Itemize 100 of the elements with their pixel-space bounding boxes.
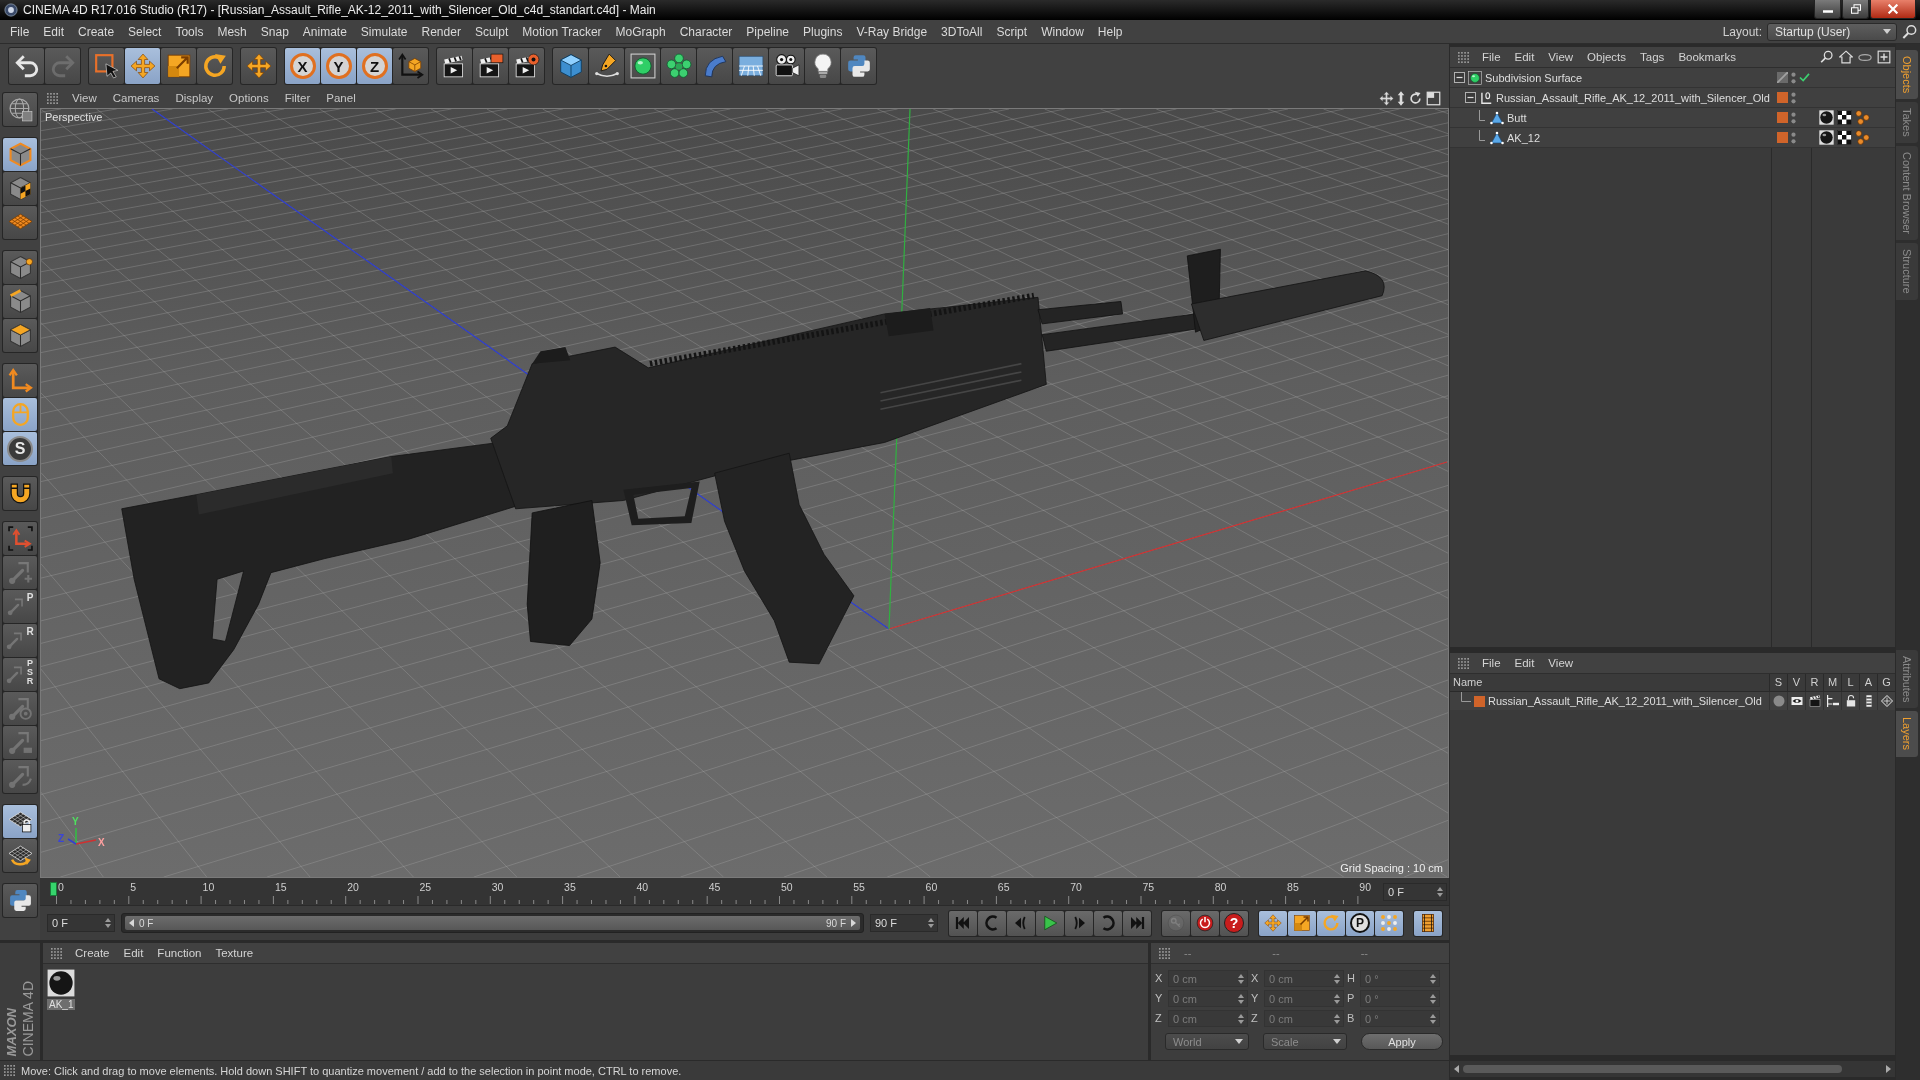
- open-padlock-icon[interactable]: [1844, 695, 1857, 707]
- minimize-button[interactable]: [1814, 0, 1841, 19]
- timeline-view-button[interactable]: [1414, 910, 1442, 936]
- grip-icon[interactable]: [4, 1065, 15, 1076]
- visibility-dots-icon[interactable]: [1791, 111, 1796, 124]
- side-tab[interactable]: Objects: [1896, 50, 1918, 100]
- menu-item[interactable]: Snap: [253, 22, 296, 41]
- menu-item[interactable]: Pipeline: [739, 22, 797, 41]
- playhead-marker[interactable]: [50, 881, 57, 896]
- scale-button[interactable]: [161, 48, 196, 84]
- menu-item[interactable]: MoGraph: [608, 22, 673, 41]
- timeline-ruler[interactable]: 0 5 10 15 20 25 30 35 40 45 50 55 60 65 70 75 80 85 90: [49, 878, 1374, 905]
- menu-item[interactable]: Character: [672, 22, 740, 41]
- menu-item[interactable]: 3DToAll: [934, 22, 990, 41]
- grid-lock-button[interactable]: [3, 805, 37, 838]
- spinner-icon[interactable]: [1334, 1013, 1340, 1024]
- spinner-icon[interactable]: [1430, 993, 1436, 1004]
- spinner-icon[interactable]: [1238, 993, 1244, 1004]
- subdivision-icon[interactable]: [1468, 70, 1482, 85]
- menu-item[interactable]: Edit: [116, 947, 151, 959]
- python-button[interactable]: [841, 48, 876, 84]
- column-header[interactable]: G: [1877, 674, 1895, 691]
- close-button[interactable]: [1870, 0, 1916, 19]
- polygon-object-icon[interactable]: [1490, 110, 1504, 125]
- spinner-icon[interactable]: [1430, 973, 1436, 984]
- subdivision-button[interactable]: [625, 48, 660, 84]
- grip-icon[interactable]: [1159, 947, 1170, 959]
- menu-item[interactable]: Cameras: [104, 92, 168, 104]
- spinner-icon[interactable]: [1238, 973, 1244, 984]
- caret-right-icon[interactable]: [1886, 1065, 1891, 1073]
- hierarchy-icon[interactable]: [1826, 695, 1839, 707]
- check-icon[interactable]: [1799, 73, 1810, 82]
- menu-item[interactable]: Window: [1034, 22, 1091, 41]
- undo-button[interactable]: [9, 48, 44, 84]
- spinner-icon[interactable]: [1334, 973, 1340, 984]
- material-name[interactable]: AK_1: [47, 999, 76, 1010]
- home-icon[interactable]: [1839, 50, 1853, 64]
- visibility-dots-icon[interactable]: [1791, 71, 1796, 84]
- render-view-button[interactable]: [437, 48, 472, 84]
- menu-item[interactable]: View: [1541, 51, 1581, 63]
- start-frame-field[interactable]: 0 F: [47, 914, 115, 932]
- menu-item[interactable]: Bookmarks: [1671, 51, 1743, 63]
- menu-item[interactable]: Tools: [168, 22, 211, 41]
- object-name[interactable]: AK_12: [1507, 131, 1541, 144]
- keyframe-selection-button[interactable]: ?: [1220, 910, 1248, 936]
- visibility-dots-icon[interactable]: [1791, 131, 1796, 144]
- menu-item[interactable]: Mesh: [210, 22, 254, 41]
- coordinates-button[interactable]: [393, 48, 428, 84]
- snap-button[interactable]: S: [3, 432, 37, 465]
- recent-button[interactable]: [241, 48, 276, 84]
- menu-item[interactable]: View: [1541, 657, 1581, 669]
- spinner-icon[interactable]: [1437, 886, 1443, 897]
- play-button[interactable]: [1036, 910, 1064, 936]
- layer-color-swatch[interactable]: [1777, 92, 1788, 103]
- menu-item[interactable]: File: [1475, 51, 1508, 63]
- column-header[interactable]: L: [1841, 674, 1859, 691]
- layer-color-swatch[interactable]: [1474, 695, 1485, 707]
- restore-button[interactable]: [1842, 0, 1869, 19]
- menu-item[interactable]: Tags: [1633, 51, 1672, 63]
- column-header[interactable]: R: [1805, 674, 1823, 691]
- checker-icon[interactable]: [1837, 110, 1852, 125]
- pen-button[interactable]: [589, 48, 624, 84]
- material-ball-icon[interactable]: [1819, 130, 1834, 145]
- clapperboard-icon[interactable]: [1808, 695, 1821, 707]
- key-parameter-button[interactable]: P: [1346, 910, 1374, 936]
- model-button[interactable]: [3, 138, 37, 171]
- menu-item[interactable]: Edit: [1507, 657, 1542, 669]
- column-header[interactable]: A: [1859, 674, 1877, 691]
- points-button[interactable]: [3, 251, 37, 284]
- material-ball-icon[interactable]: [47, 969, 76, 997]
- menu-item[interactable]: Animate: [295, 22, 354, 41]
- checker-icon[interactable]: [1837, 130, 1852, 145]
- menu-item[interactable]: Script: [989, 22, 1035, 41]
- vertical-arrows-icon[interactable]: [1397, 90, 1405, 106]
- menu-item[interactable]: Sculpt: [467, 22, 516, 41]
- polygons-button[interactable]: [3, 319, 37, 352]
- layout-dropdown[interactable]: Startup (User): [1767, 22, 1897, 41]
- maximize-icon[interactable]: [1426, 90, 1441, 106]
- menu-item[interactable]: Render: [414, 22, 468, 41]
- menu-item[interactable]: View: [64, 92, 105, 104]
- menu-item[interactable]: Motion Tracker: [515, 22, 609, 41]
- oval-icon[interactable]: [1858, 53, 1872, 61]
- z-axis-button[interactable]: Z: [357, 48, 392, 84]
- menu-item[interactable]: Edit: [36, 22, 72, 41]
- texture-button[interactable]: [3, 172, 37, 205]
- dots-icon[interactable]: [1855, 130, 1870, 145]
- layer-color-swatch[interactable]: [1777, 112, 1788, 123]
- end-frame-field[interactable]: 90 F: [870, 914, 938, 932]
- edges-button[interactable]: [3, 285, 37, 318]
- menu-item[interactable]: Edit: [1507, 51, 1542, 63]
- menu-item[interactable]: Panel: [318, 92, 364, 104]
- grip-icon[interactable]: [1458, 657, 1469, 669]
- previous-key-button[interactable]: [978, 910, 1006, 936]
- go-start-button[interactable]: [949, 910, 977, 936]
- menu-item[interactable]: Simulate: [353, 22, 415, 41]
- visibility-dots-icon[interactable]: [1791, 91, 1796, 104]
- horizontal-scrollbar[interactable]: [1449, 1060, 1896, 1078]
- key-rotation-button[interactable]: [1317, 910, 1345, 936]
- grip-icon[interactable]: [51, 947, 62, 959]
- spinner-icon[interactable]: [105, 918, 111, 928]
